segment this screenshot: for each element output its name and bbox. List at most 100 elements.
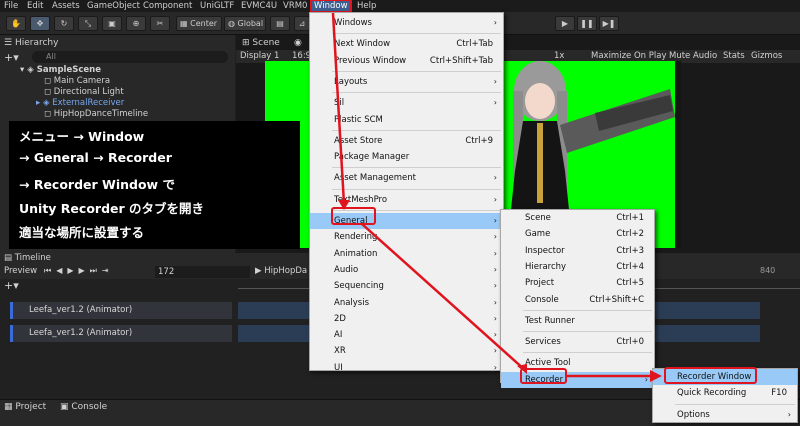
menu-evmc4u[interactable]: EVMC4U bbox=[241, 0, 277, 12]
chevron-right-icon: › bbox=[493, 264, 497, 274]
menu-help[interactable]: Help bbox=[357, 0, 376, 12]
scene-item[interactable]: ▾ ◈ SampleScene bbox=[20, 65, 101, 76]
menu-vrm0[interactable]: VRM0 bbox=[283, 0, 307, 12]
custom-tool-icon[interactable]: ✂ bbox=[150, 16, 170, 31]
menu-item-package-manager[interactable]: Package Manager bbox=[310, 149, 503, 165]
chevron-right-icon: › bbox=[493, 330, 497, 340]
display-select[interactable]: Display 1 bbox=[240, 51, 279, 61]
menu-item-hierarchy[interactable]: Hierarchy Ctrl+4 bbox=[501, 259, 654, 275]
menu-item-ai[interactable]: AI › bbox=[310, 327, 503, 343]
console-tab[interactable]: ▣ Console bbox=[60, 402, 107, 412]
menu-item-sequencing[interactable]: Sequencing › bbox=[310, 278, 503, 294]
menu-item-shortcut: F10 bbox=[771, 388, 787, 399]
menu-item-label: Next Window bbox=[334, 39, 391, 50]
chevron-right-icon: › bbox=[493, 297, 497, 307]
menu-item-label: Hierarchy bbox=[525, 261, 567, 272]
add-track-icon[interactable]: +▾ bbox=[4, 279, 19, 292]
preview-button[interactable]: Preview bbox=[4, 266, 37, 276]
menu-item-test-runner[interactable]: Test Runner bbox=[501, 313, 654, 329]
menu-item-asset-management[interactable]: Asset Management › bbox=[310, 170, 503, 186]
step-button[interactable]: ▶❚ bbox=[599, 16, 619, 31]
animation-track[interactable]: Leefa_ver1.2 (Animator) bbox=[10, 302, 232, 319]
menu-item-xr[interactable]: XR › bbox=[310, 343, 503, 359]
menu-unigltf[interactable]: UniGLTF bbox=[200, 0, 234, 12]
game-tab-icon[interactable]: ◉ bbox=[294, 36, 302, 50]
hierarchy-item[interactable]: ◻ Directional Light bbox=[44, 87, 124, 98]
menu-item-project[interactable]: Project Ctrl+5 bbox=[501, 275, 654, 291]
menu-item-label: Sequencing bbox=[334, 281, 384, 292]
menu-item-scene[interactable]: Scene Ctrl+1 bbox=[501, 210, 654, 226]
menu-item-plastic-scm[interactable]: Plastic SCM bbox=[310, 112, 503, 128]
menu-item-windows[interactable]: Windows › bbox=[310, 15, 503, 31]
pivot-global-button[interactable]: ◍ Global bbox=[224, 16, 266, 31]
menu-item-2d[interactable]: 2D › bbox=[310, 311, 503, 327]
project-tab[interactable]: ▦ Project bbox=[4, 402, 46, 412]
menu-item-next-window[interactable]: Next Window Ctrl+Tab bbox=[310, 36, 503, 52]
pause-button[interactable]: ❚❚ bbox=[577, 16, 597, 31]
menu-item-console[interactable]: Console Ctrl+Shift+C bbox=[501, 292, 654, 308]
grid-snap-icon[interactable]: ▤ bbox=[270, 16, 290, 31]
menu-item-inspector[interactable]: Inspector Ctrl+3 bbox=[501, 243, 654, 259]
menu-item-textmeshpro[interactable]: TextMeshPro › bbox=[310, 192, 503, 208]
move-tool-icon[interactable]: ✥ bbox=[30, 16, 50, 31]
menu-item-shortcut: Ctrl+5 bbox=[616, 278, 644, 289]
menu-item-shortcut: Ctrl+0 bbox=[616, 337, 644, 348]
playback-controls[interactable]: ⏮◀▶▶⏭⇥ bbox=[44, 266, 114, 276]
hierarchy-item[interactable]: ▸ ◈ ExternalReceiver bbox=[36, 98, 124, 109]
add-icon[interactable]: +▾ bbox=[4, 51, 19, 64]
menu-item-shortcut: Ctrl+Tab bbox=[456, 39, 493, 50]
menu-item-quick-recording[interactable]: Quick Recording F10 bbox=[653, 385, 797, 401]
menu-component[interactable]: Component bbox=[143, 0, 192, 12]
menu-item-previous-window[interactable]: Previous Window Ctrl+Shift+Tab bbox=[310, 53, 503, 69]
hierarchy-item[interactable]: ◻ HipHopDanceTimeline bbox=[44, 109, 148, 120]
menu-item-game[interactable]: Game Ctrl+2 bbox=[501, 226, 654, 242]
menu-separator bbox=[332, 188, 501, 190]
menu-item-label: AI bbox=[334, 330, 343, 341]
pivot-center-button[interactable]: ▦ Center bbox=[176, 16, 222, 31]
menu-item-animation[interactable]: Animation › bbox=[310, 246, 503, 262]
menu-item-label: Services bbox=[525, 337, 561, 348]
menu-item-label: Asset Management bbox=[334, 173, 416, 184]
hierarchy-tab[interactable]: ☰ Hierarchy bbox=[4, 36, 58, 50]
menu-item-audio[interactable]: Audio › bbox=[310, 262, 503, 278]
menu-assets[interactable]: Assets bbox=[52, 0, 80, 12]
menu-separator bbox=[332, 129, 501, 131]
hierarchy-search-input[interactable]: All bbox=[32, 51, 228, 63]
menu-item-services[interactable]: Services Ctrl+0 bbox=[501, 334, 654, 350]
menu-item-label: Animation bbox=[334, 248, 378, 259]
menu-item-rendering[interactable]: Rendering › bbox=[310, 229, 503, 245]
chevron-right-icon: › bbox=[493, 232, 497, 242]
menu-item-analysis[interactable]: Analysis › bbox=[310, 295, 503, 311]
stats-button[interactable]: Stats bbox=[723, 51, 745, 61]
menu-item-sil[interactable]: Sil › bbox=[310, 95, 503, 111]
animation-track[interactable]: Leefa_ver1.2 (Animator) bbox=[10, 325, 232, 342]
play-button[interactable]: ▶ bbox=[555, 16, 575, 31]
ruler-marker: 840 bbox=[760, 266, 776, 275]
menu-window[interactable]: Window bbox=[310, 0, 352, 13]
recorder-window-highlight-box bbox=[664, 367, 757, 384]
timeline-tab[interactable]: ▤ Timeline bbox=[4, 253, 51, 263]
frame-field[interactable]: 172 bbox=[155, 266, 250, 278]
maximize-on-play-button[interactable]: Maximize On Play bbox=[591, 51, 666, 61]
menu-item-label: Inspector bbox=[525, 245, 565, 256]
menu-item-label: XR bbox=[334, 346, 346, 357]
menu-item-ui[interactable]: UI › bbox=[310, 360, 503, 376]
scene-tab[interactable]: ⊞ Scene bbox=[242, 36, 280, 50]
hierarchy-item[interactable]: ◻ Main Camera bbox=[44, 76, 110, 87]
menu-item-options[interactable]: Options › bbox=[653, 407, 797, 423]
menu-item-asset-store[interactable]: Asset Store Ctrl+9 bbox=[310, 133, 503, 149]
menu-gameobject[interactable]: GameObject bbox=[87, 0, 140, 12]
snap-icon[interactable]: ⊿ bbox=[294, 16, 310, 31]
menu-file[interactable]: File bbox=[4, 0, 18, 12]
hand-tool-icon[interactable]: ✋ bbox=[6, 16, 26, 31]
chevron-right-icon: › bbox=[493, 194, 497, 204]
rotate-tool-icon[interactable]: ↻ bbox=[54, 16, 74, 31]
menu-item-layouts[interactable]: Layouts › bbox=[310, 74, 503, 90]
scale-tool-icon[interactable]: ⤡ bbox=[78, 16, 98, 31]
transform-tool-icon[interactable]: ⊕ bbox=[126, 16, 146, 31]
rect-tool-icon[interactable]: ▣ bbox=[102, 16, 122, 31]
mute-audio-button[interactable]: Mute Audio bbox=[669, 51, 717, 61]
menu-edit[interactable]: Edit bbox=[27, 0, 43, 12]
menu-item-label: Project bbox=[525, 278, 555, 289]
gizmos-button[interactable]: Gizmos bbox=[751, 51, 782, 61]
